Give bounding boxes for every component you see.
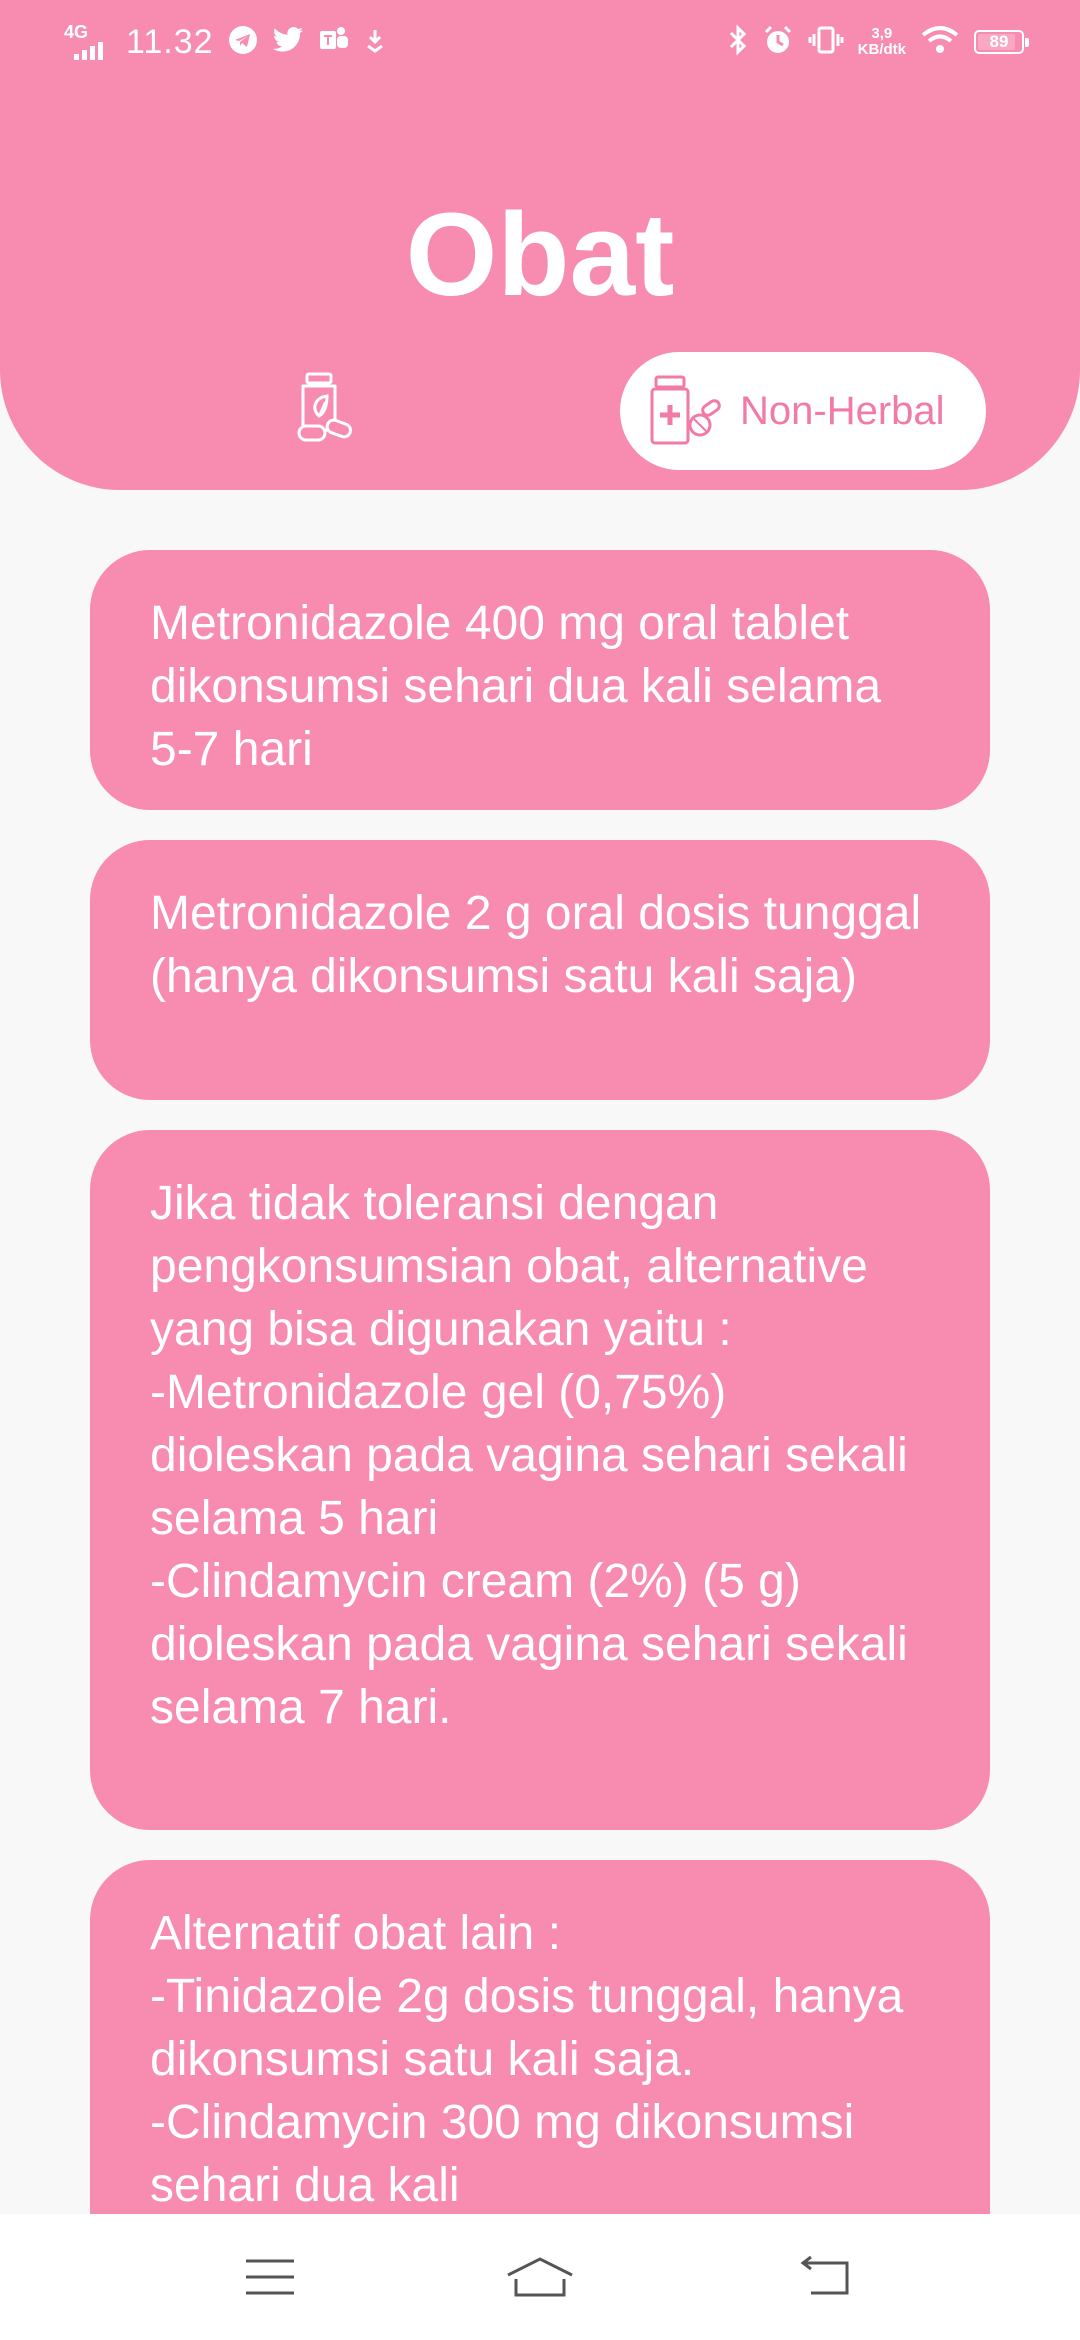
medicine-card: Jika tidak toleransi dengan pengkonsumsi… xyxy=(90,1130,990,1830)
network-speed: 3,9 KB/dtk xyxy=(858,26,906,58)
wifi-icon xyxy=(920,25,960,60)
bluetooth-icon xyxy=(728,23,748,61)
vibrate-icon xyxy=(808,25,844,60)
home-icon xyxy=(504,2255,576,2304)
download-icon xyxy=(364,26,386,59)
clock: 11.32 xyxy=(126,22,214,61)
back-button[interactable] xyxy=(785,2244,865,2314)
signal-icon: 4G xyxy=(64,22,112,62)
herbal-jar-icon xyxy=(295,370,355,451)
telegram-icon xyxy=(228,25,258,60)
page-title: Obat xyxy=(405,189,675,321)
alarm-icon xyxy=(762,24,794,61)
header: 4G 11.32 3,9 KB/dtk 89 Obat Non-Herbal xyxy=(0,0,1080,490)
battery-icon: 89 xyxy=(974,30,1029,54)
menu-icon xyxy=(244,2257,296,2302)
speed-unit: KB/dtk xyxy=(857,41,906,58)
teams-icon xyxy=(318,25,350,60)
tab-non-herbal[interactable]: Non-Herbal xyxy=(620,352,986,470)
tab-non-herbal-label: Non-Herbal xyxy=(740,388,945,433)
battery-level: 89 xyxy=(989,32,1009,51)
medicine-card: Metronidazole 2 g oral dosis tunggal (ha… xyxy=(90,840,990,1100)
speed-value: 3,9 xyxy=(871,25,893,42)
network-type: 4G xyxy=(64,22,89,42)
status-bar: 4G 11.32 3,9 KB/dtk 89 xyxy=(0,0,1080,84)
twitter-icon xyxy=(272,26,304,59)
medicine-card: Metronidazole 400 mg oral tablet dikonsu… xyxy=(90,550,990,810)
home-button[interactable] xyxy=(500,2244,580,2314)
medicine-list: Metronidazole 400 mg oral tablet dikonsu… xyxy=(90,550,990,2310)
system-navigation-bar xyxy=(0,2214,1080,2340)
back-icon xyxy=(797,2255,853,2304)
medicine-bottle-icon xyxy=(642,369,726,453)
menu-button[interactable] xyxy=(230,2244,310,2314)
tab-herbal[interactable] xyxy=(280,365,370,455)
